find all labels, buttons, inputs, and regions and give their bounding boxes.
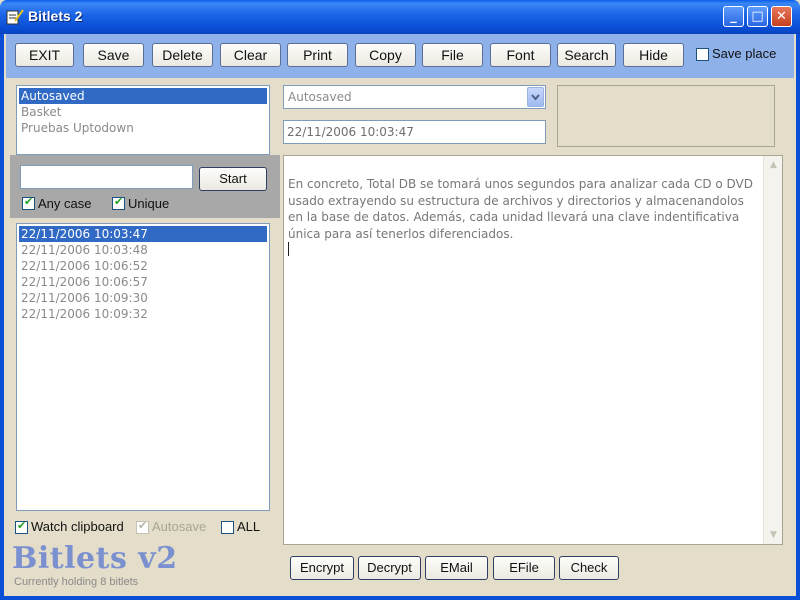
unique-checkbox[interactable] (112, 195, 125, 210)
efile-button[interactable]: EFile (493, 556, 555, 580)
editor-area[interactable]: En concreto, Total DB se tomará unos seg… (283, 155, 783, 545)
print-button[interactable]: Print (287, 43, 348, 67)
chevron-down-icon (531, 94, 540, 101)
list-item[interactable]: 22/11/2006 10:09:32 (19, 306, 267, 322)
category-item-pruebas-uptodown[interactable]: Pruebas Uptodown (19, 120, 267, 136)
editor-text[interactable]: En concreto, Total DB se tomará unos seg… (288, 176, 758, 242)
app-logo: Bitlets v2 (12, 541, 178, 576)
scroll-up-icon[interactable]: ▲ (764, 160, 783, 170)
search-input[interactable] (20, 165, 193, 189)
maximize-button[interactable]: □ (747, 6, 768, 27)
save-place-checkbox[interactable] (696, 48, 709, 61)
info-panel (557, 85, 775, 147)
any-case-label: Any case (38, 196, 92, 211)
clear-button[interactable]: Clear (220, 43, 281, 67)
category-item-basket[interactable]: Basket (19, 104, 267, 120)
app-icon (6, 9, 24, 25)
file-button[interactable]: File (422, 43, 483, 67)
text-cursor (288, 242, 289, 256)
unique-label: Unique (128, 196, 170, 211)
list-item[interactable]: 22/11/2006 10:09:30 (19, 290, 267, 306)
hide-button[interactable]: Hide (623, 43, 684, 67)
watch-clipboard-label: Watch clipboard (31, 519, 124, 534)
delete-button[interactable]: Delete (152, 43, 213, 67)
any-case-checkbox[interactable] (22, 195, 35, 210)
timestamp-field[interactable]: 22/11/2006 10:03:47 (283, 120, 546, 144)
email-button[interactable]: EMail (425, 556, 488, 580)
autosave-label: Autosave (152, 519, 207, 534)
check-button[interactable]: Check (559, 556, 619, 580)
scroll-down-icon[interactable]: ▼ (764, 530, 783, 540)
watch-clipboard-checkbox[interactable] (15, 519, 28, 534)
category-select-value: Autosaved (288, 90, 352, 104)
list-item[interactable]: 22/11/2006 10:03:48 (19, 242, 267, 258)
search-button[interactable]: Search (557, 43, 616, 67)
save-place-label: Save place (712, 46, 777, 61)
status-text: Currently holding 8 bitlets (14, 576, 139, 588)
category-list[interactable]: Autosaved Basket Pruebas Uptodown (16, 85, 270, 155)
decrypt-button[interactable]: Decrypt (358, 556, 421, 580)
timestamp-value: 22/11/2006 10:03:47 (287, 125, 414, 139)
window-title: Bitlets 2 (28, 8, 83, 24)
list-item[interactable]: 22/11/2006 10:03:47 (19, 226, 267, 242)
exit-button[interactable]: EXIT (15, 43, 74, 67)
close-button[interactable]: ✕ (771, 6, 792, 27)
save-button[interactable]: Save (83, 43, 144, 67)
font-button[interactable]: Font (490, 43, 551, 67)
start-button[interactable]: Start (199, 167, 267, 191)
dropdown-button[interactable] (527, 87, 544, 107)
copy-button[interactable]: Copy (355, 43, 416, 67)
autosave-checkbox (136, 519, 149, 534)
all-label: ALL (237, 519, 261, 534)
minimize-button[interactable]: _ (723, 6, 744, 27)
all-checkbox[interactable] (221, 521, 234, 534)
category-item-autosaved[interactable]: Autosaved (19, 88, 267, 104)
title-bar[interactable] (0, 0, 800, 34)
encrypt-button[interactable]: Encrypt (290, 556, 354, 580)
editor-scrollbar[interactable]: ▲ ▼ (763, 156, 782, 544)
bitlet-list[interactable]: 22/11/2006 10:03:47 22/11/2006 10:03:48 … (16, 223, 270, 511)
list-item[interactable]: 22/11/2006 10:06:52 (19, 258, 267, 274)
list-item[interactable]: 22/11/2006 10:06:57 (19, 274, 267, 290)
category-select[interactable]: Autosaved (283, 85, 546, 109)
